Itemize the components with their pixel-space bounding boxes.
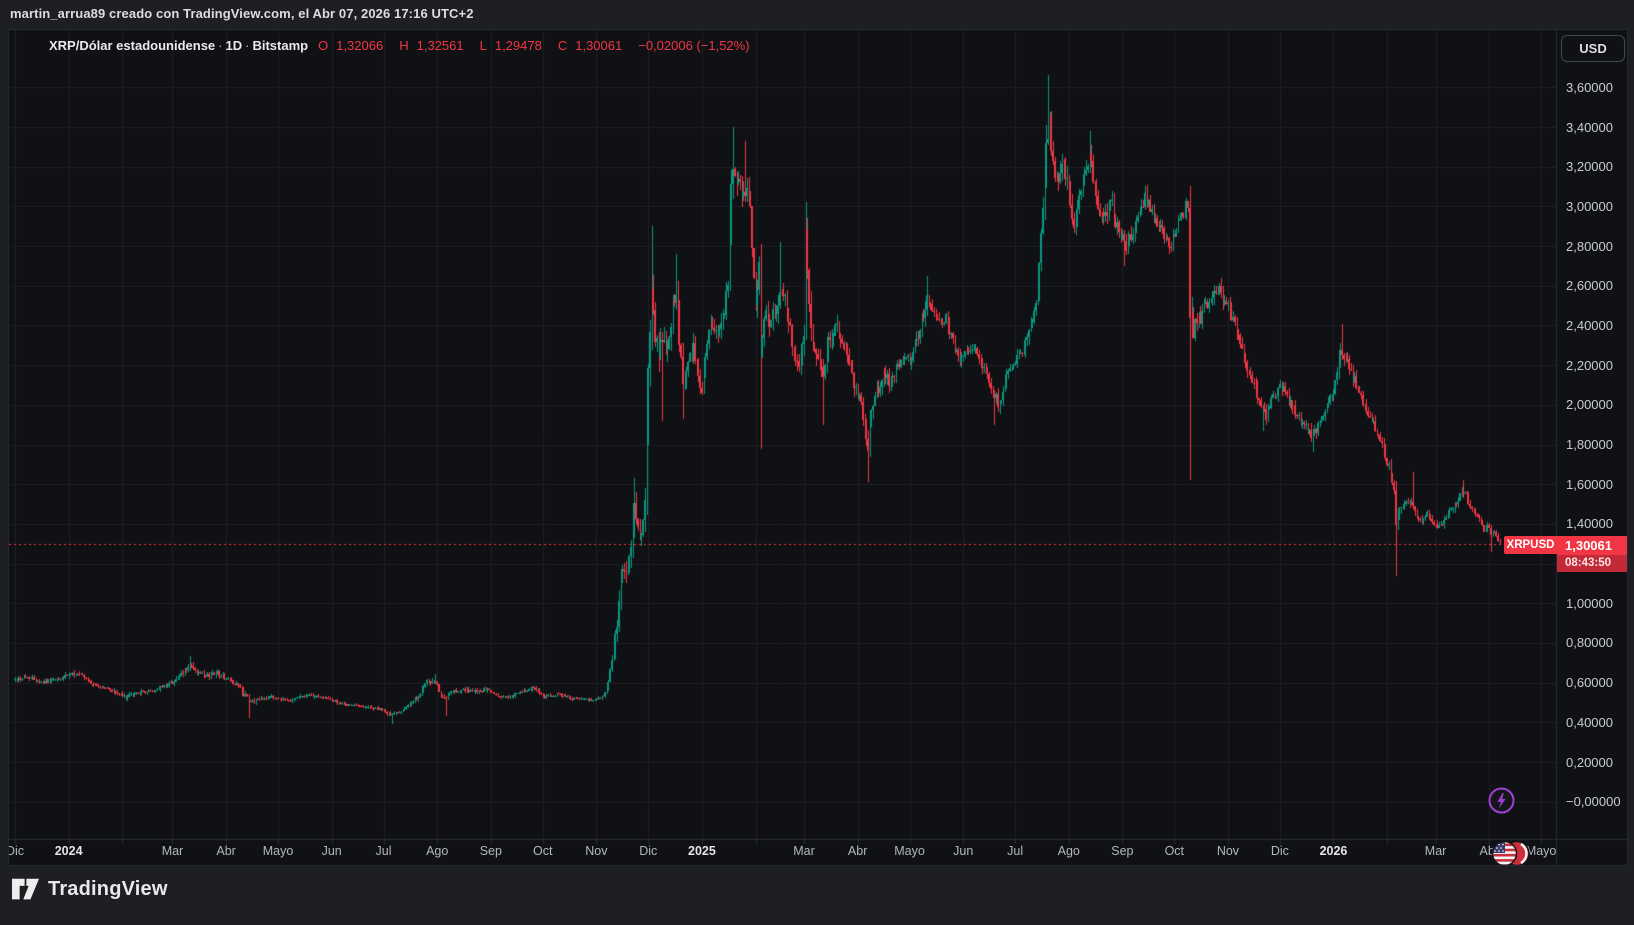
price-tick-label: 1,80000 <box>1566 437 1613 452</box>
legend-separator2: · <box>242 38 252 53</box>
time-tick-month-label: Mayo <box>263 844 294 858</box>
currency-usd-button[interactable]: USD <box>1561 35 1625 62</box>
price-tick-label: 1,40000 <box>1566 516 1613 531</box>
price-tick-label: 2,80000 <box>1566 239 1613 254</box>
time-tick-month-label: Nov <box>585 844 607 858</box>
time-tick-month-label: Ago <box>1058 844 1080 858</box>
time-tick-month-label: Jun <box>953 844 973 858</box>
high-label: H <box>399 38 408 53</box>
time-tick-month-label: Sep <box>480 844 502 858</box>
time-tick-month-label: Dic <box>639 844 657 858</box>
price-tick-label: 2,60000 <box>1566 278 1613 293</box>
change-value: −0,02006 (−1,52%) <box>638 38 749 53</box>
time-tick-year-label: 2025 <box>688 844 716 858</box>
lightning-icon[interactable] <box>1488 787 1515 819</box>
ohlc-values: O 1,32066 H 1,32561 L 1,29478 C 1,30061 −0,02006… <box>318 38 757 53</box>
time-tick-month-label: Dic <box>1271 844 1289 858</box>
time-tick-month-label: Oct <box>1165 844 1184 858</box>
price-tick-label: 2,40000 <box>1566 318 1613 333</box>
time-tick-month-label: Jul <box>1007 844 1023 858</box>
time-tick-month-label: Abr <box>216 844 235 858</box>
price-tick-label: 1,00000 <box>1566 596 1613 611</box>
time-tick-month-label: Nov <box>1217 844 1239 858</box>
time-tick-month-label: Ago <box>426 844 448 858</box>
tradingview-logo-text: TradingView <box>48 878 168 901</box>
candlestick-chart[interactable] <box>9 30 1627 865</box>
time-tick-month-label: Abr <box>848 844 867 858</box>
open-value: 1,32066 <box>336 38 383 53</box>
time-tick-year-label: 2026 <box>1320 844 1348 858</box>
time-tick-month-label: Mar <box>1425 844 1447 858</box>
time-tick-month-label: Mayo <box>894 844 925 858</box>
price-tick-label: 3,00000 <box>1566 199 1613 214</box>
price-tick-label: 3,40000 <box>1566 120 1613 135</box>
tradingview-logo[interactable]: TradingView <box>12 878 168 901</box>
price-tick-label: 0,80000 <box>1566 635 1613 650</box>
price-tick-label: −0,00000 <box>1566 794 1621 809</box>
price-tick-label: 2,00000 <box>1566 397 1613 412</box>
price-tick-label: 0,20000 <box>1566 755 1613 770</box>
high-value: 1,32561 <box>417 38 464 53</box>
time-tick-month-label: Jun <box>322 844 342 858</box>
bar-countdown-badge: 08:43:50 <box>1557 555 1628 572</box>
time-tick-month-label: Oct <box>533 844 552 858</box>
time-tick-month-label: Dic <box>8 844 24 858</box>
price-tick-label: 1,60000 <box>1566 477 1613 492</box>
close-value: 1,30061 <box>575 38 622 53</box>
legend-separator: · <box>215 38 225 53</box>
price-tick-label: 3,20000 <box>1566 159 1613 174</box>
price-tick-label: 2,20000 <box>1566 358 1613 373</box>
chart-widget: XRP/Dólar estadounidense·1D·BitstampO1,3… <box>8 29 1628 866</box>
price-tick-label: 0,60000 <box>1566 675 1613 690</box>
time-tick-month-label: Mar <box>162 844 184 858</box>
attribution-text: martin_arrua89 creado con TradingView.co… <box>10 6 474 21</box>
low-label: L <box>480 38 487 53</box>
close-label: C <box>558 38 567 53</box>
time-tick-month-label: Mar <box>793 844 815 858</box>
price-line-symbol-badge: XRPUSD <box>1504 536 1557 554</box>
last-price-badge: 1,30061 <box>1557 536 1628 555</box>
low-value: 1,29478 <box>495 38 542 53</box>
us-flag-icon[interactable] <box>1491 840 1535 866</box>
exchange-label: Bitstamp <box>252 38 308 53</box>
price-tick-label: 3,60000 <box>1566 80 1613 95</box>
time-tick-month-label: Sep <box>1111 844 1133 858</box>
open-label: O <box>318 38 328 53</box>
tradingview-logo-icon <box>12 878 39 901</box>
time-tick-month-label: Jul <box>376 844 392 858</box>
interval-label[interactable]: 1D <box>226 38 243 53</box>
chart-legend: XRP/Dólar estadounidense·1D·BitstampO1,3… <box>49 38 758 53</box>
tradingview-screenshot: martin_arrua89 creado con TradingView.co… <box>0 0 1634 925</box>
price-tick-label: 0,40000 <box>1566 715 1613 730</box>
time-tick-year-label: 2024 <box>55 844 83 858</box>
symbol-title[interactable]: XRP/Dólar estadounidense <box>49 38 215 53</box>
